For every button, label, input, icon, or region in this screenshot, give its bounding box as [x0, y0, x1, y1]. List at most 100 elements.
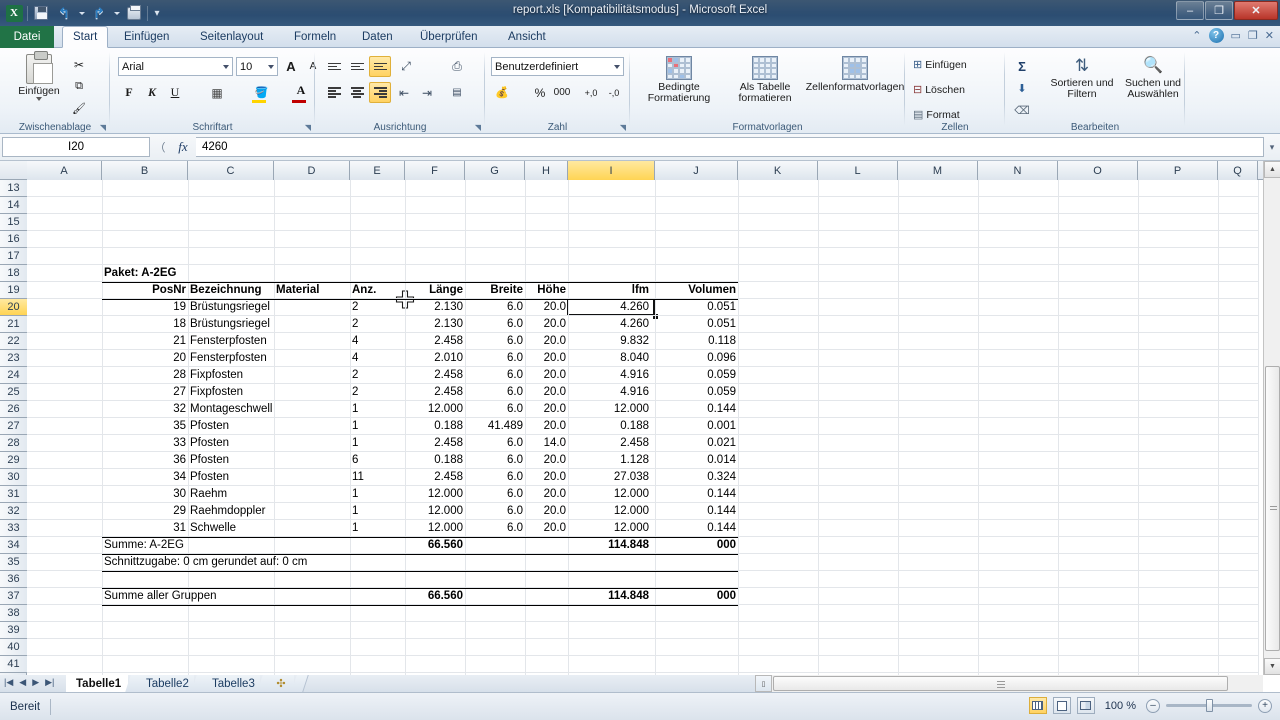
row-header-39[interactable]: 39 [0, 622, 27, 639]
cell-F21[interactable]: 2.130 [407, 316, 463, 333]
cell-C33[interactable]: Schwelle [190, 520, 272, 537]
cell-C24[interactable]: Fixpfosten [190, 367, 272, 384]
cell-B28[interactable]: 33 [104, 435, 186, 452]
cell-F29[interactable]: 0.188 [407, 452, 463, 469]
cell-I31[interactable]: 12.000 [570, 486, 653, 503]
cell-I32[interactable]: 12.000 [570, 503, 653, 520]
cell-B27[interactable]: 35 [104, 418, 186, 435]
cell-E22[interactable]: 4 [352, 333, 403, 350]
column-header-i[interactable]: I [568, 161, 655, 180]
cell-E26[interactable]: 1 [352, 401, 403, 418]
row-header-19[interactable]: 19 [0, 282, 27, 299]
horizontal-scroll-thumb[interactable] [773, 676, 1228, 691]
clear-icon[interactable]: ⌫ [1011, 100, 1033, 121]
cell-I22[interactable]: 9.832 [570, 333, 653, 350]
cell-J19[interactable]: Volumen [657, 282, 736, 299]
cell-C21[interactable]: Brüstungsriegel [190, 316, 272, 333]
align-top-icon[interactable] [323, 56, 345, 77]
row-header-25[interactable]: 25 [0, 384, 27, 401]
row-header-37[interactable]: 37 [0, 588, 27, 605]
tab-seitenlayout[interactable]: Seitenlayout [190, 26, 273, 48]
cell-E25[interactable]: 2 [352, 384, 403, 401]
sheet-nav-buttons[interactable]: |◀ ◀ ▶ ▶| [4, 677, 54, 688]
delete-cells-button[interactable]: ⊟ Löschen [913, 83, 968, 96]
row-header-22[interactable]: 22 [0, 333, 27, 350]
cell-C31[interactable]: Raehm [190, 486, 272, 503]
cell-B35[interactable]: Schnittzugabe: 0 cm gerundet auf: 0 cm [104, 554, 348, 571]
cell-F26[interactable]: 12.000 [407, 401, 463, 418]
cell-H24[interactable]: 20.0 [527, 367, 566, 384]
cell-E27[interactable]: 1 [352, 418, 403, 435]
row-header-21[interactable]: 21 [0, 316, 27, 333]
cell-B18[interactable]: Paket: A-2EG [104, 265, 272, 282]
cell-C19[interactable]: Bezeichnung [190, 282, 272, 299]
italic-icon[interactable]: K [141, 82, 163, 103]
format-as-table-button[interactable]: Als Tabelle formatieren [726, 56, 804, 104]
fill-dropdown-icon[interactable] [1031, 78, 1041, 99]
zoom-out-button[interactable]: – [1146, 699, 1160, 713]
vertical-scroll-thumb[interactable] [1265, 366, 1280, 651]
row-header-28[interactable]: 28 [0, 435, 27, 452]
cell-I26[interactable]: 12.000 [570, 401, 653, 418]
cell-F30[interactable]: 2.458 [407, 469, 463, 486]
cell-F24[interactable]: 2.458 [407, 367, 463, 384]
cell-G25[interactable]: 6.0 [467, 384, 523, 401]
cell-G31[interactable]: 6.0 [467, 486, 523, 503]
row-header-40[interactable]: 40 [0, 639, 27, 656]
bold-icon[interactable]: F [118, 82, 140, 103]
scroll-down-button[interactable]: ▼ [1264, 658, 1280, 675]
cell-G19[interactable]: Breite [467, 282, 523, 299]
cell-C27[interactable]: Pfosten [190, 418, 272, 435]
underline-dropdown-icon[interactable] [184, 82, 194, 103]
vertical-scrollbar[interactable]: ▲ ▼ [1263, 161, 1280, 675]
column-header-f[interactable]: F [405, 161, 465, 180]
cell-E24[interactable]: 2 [352, 367, 403, 384]
cell-G29[interactable]: 6.0 [467, 452, 523, 469]
orientation-dropdown-icon[interactable] [414, 56, 424, 77]
row-header-34[interactable]: 34 [0, 537, 27, 554]
row-header-14[interactable]: 14 [0, 197, 27, 214]
cell-F31[interactable]: 12.000 [407, 486, 463, 503]
row-header-26[interactable]: 26 [0, 401, 27, 418]
row-header-17[interactable]: 17 [0, 248, 27, 265]
conditional-formatting-button[interactable]: Bedingte Formatierung [638, 56, 720, 104]
cell-I33[interactable]: 12.000 [570, 520, 653, 537]
cut-icon[interactable]: ✂ [68, 54, 90, 75]
ribbon-toggle-icon[interactable]: ⌃ [1192, 29, 1201, 42]
wrap-text-icon[interactable]: ⎙ [446, 56, 468, 77]
prev-sheet-icon[interactable]: ◀ [19, 677, 26, 688]
cell-J25[interactable]: 0.059 [657, 384, 736, 401]
cell-J24[interactable]: 0.059 [657, 367, 736, 384]
ausrichtung-dialog-launcher[interactable]: ◥ [475, 123, 481, 132]
cell-G33[interactable]: 6.0 [467, 520, 523, 537]
row-header-20[interactable]: 20 [0, 299, 27, 316]
column-header-h[interactable]: H [525, 161, 568, 180]
zoom-slider[interactable] [1166, 704, 1252, 707]
zahl-dialog-launcher[interactable]: ◥ [620, 123, 626, 132]
expand-formula-bar-icon[interactable]: ▾ [1264, 142, 1280, 153]
cell-B29[interactable]: 36 [104, 452, 186, 469]
cell-G22[interactable]: 6.0 [467, 333, 523, 350]
row-header-13[interactable]: 13 [0, 180, 27, 197]
row-header-29[interactable]: 29 [0, 452, 27, 469]
align-right-icon[interactable] [369, 82, 391, 103]
cell-F23[interactable]: 2.010 [407, 350, 463, 367]
cell-I34[interactable]: 114.848 [570, 537, 653, 554]
cell-F33[interactable]: 12.000 [407, 520, 463, 537]
cell-H30[interactable]: 20.0 [527, 469, 566, 486]
number-format-chevron-down-icon[interactable] [614, 65, 620, 69]
borders-dropdown-icon[interactable] [226, 82, 236, 103]
column-header-g[interactable]: G [465, 161, 525, 180]
cell-H23[interactable]: 20.0 [527, 350, 566, 367]
cell-H20[interactable]: 20.0 [527, 299, 566, 316]
sort-filter-button[interactable]: ⇅ Sortieren und Filtern [1049, 56, 1115, 100]
cell-B26[interactable]: 32 [104, 401, 186, 418]
font-size-combo[interactable]: 10 [236, 57, 278, 76]
cell-H32[interactable]: 20.0 [527, 503, 566, 520]
column-header-m[interactable]: M [898, 161, 978, 180]
minimize-ribbon-icon[interactable]: ▭ [1231, 29, 1241, 42]
tab-ansicht[interactable]: Ansicht [498, 26, 556, 48]
column-header-j[interactable]: J [655, 161, 738, 180]
tab-datei[interactable]: Datei [0, 26, 54, 48]
format-cells-button[interactable]: ▤ Format [913, 108, 963, 121]
